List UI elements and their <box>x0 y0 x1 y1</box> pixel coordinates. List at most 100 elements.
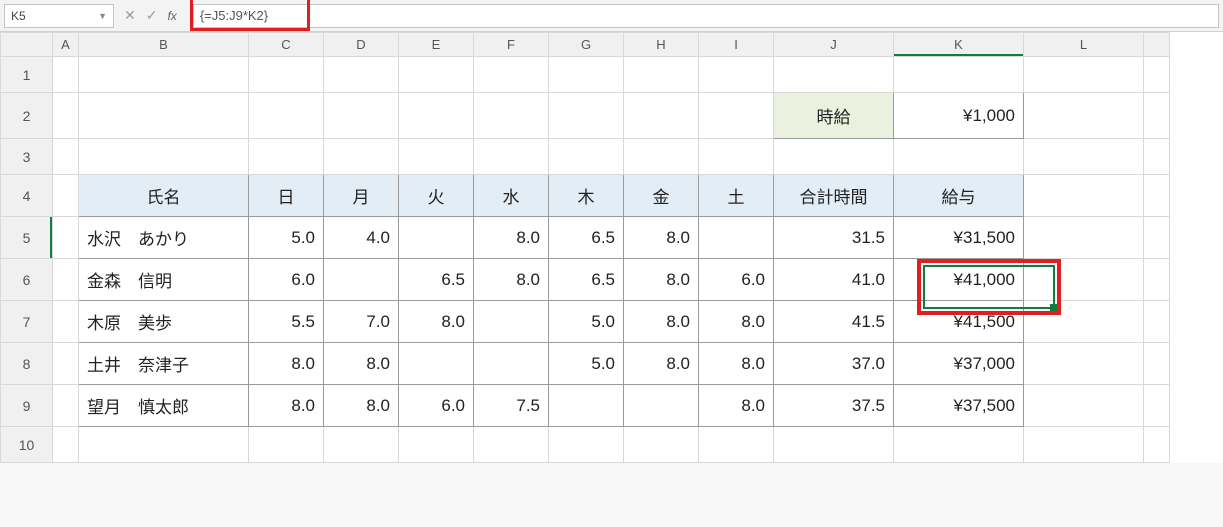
cell[interactable] <box>79 93 249 139</box>
cell[interactable]: 7.5 <box>474 385 549 427</box>
cell[interactable] <box>774 57 894 93</box>
cell[interactable] <box>79 427 249 463</box>
cell[interactable] <box>53 385 79 427</box>
cell[interactable] <box>1144 301 1170 343</box>
cell[interactable] <box>1024 343 1144 385</box>
col-header-C[interactable]: C <box>249 33 324 57</box>
fx-icon[interactable]: fx <box>167 9 182 23</box>
cell[interactable]: 8.0 <box>249 343 324 385</box>
cell[interactable] <box>53 259 79 301</box>
header-pay[interactable]: 給与 <box>894 175 1024 217</box>
cell[interactable]: 8.0 <box>324 385 399 427</box>
cell[interactable] <box>699 427 774 463</box>
cell[interactable] <box>324 427 399 463</box>
spreadsheet-grid[interactable]: A B C D E F G H I J K L 1 2 <box>0 32 1223 463</box>
cell[interactable] <box>1144 175 1170 217</box>
row-header-1[interactable]: 1 <box>1 57 53 93</box>
total-cell[interactable]: 41.0 <box>774 259 894 301</box>
cell[interactable] <box>399 93 474 139</box>
col-header-E[interactable]: E <box>399 33 474 57</box>
cell[interactable] <box>774 427 894 463</box>
pay-cell[interactable]: ¥37,000 <box>894 343 1024 385</box>
cell[interactable]: 5.5 <box>249 301 324 343</box>
cell[interactable] <box>474 427 549 463</box>
row-header-10[interactable]: 10 <box>1 427 53 463</box>
pay-cell[interactable]: ¥31,500 <box>894 217 1024 259</box>
cell[interactable] <box>53 139 79 175</box>
cell[interactable] <box>474 139 549 175</box>
cell[interactable] <box>324 93 399 139</box>
cell[interactable] <box>624 57 699 93</box>
cell[interactable]: 5.0 <box>249 217 324 259</box>
total-cell[interactable]: 37.0 <box>774 343 894 385</box>
cell[interactable] <box>53 217 79 259</box>
cell[interactable]: 6.0 <box>249 259 324 301</box>
total-cell[interactable]: 41.5 <box>774 301 894 343</box>
row-header-9[interactable]: 9 <box>1 385 53 427</box>
cell[interactable] <box>1144 343 1170 385</box>
name-cell[interactable]: 木原 美歩 <box>79 301 249 343</box>
col-header-A[interactable]: A <box>53 33 79 57</box>
row-header-7[interactable]: 7 <box>1 301 53 343</box>
row-header-4[interactable]: 4 <box>1 175 53 217</box>
cell[interactable] <box>1144 93 1170 139</box>
cell[interactable] <box>1024 301 1144 343</box>
row-header-8[interactable]: 8 <box>1 343 53 385</box>
cell[interactable] <box>399 427 474 463</box>
cell[interactable] <box>699 93 774 139</box>
cell[interactable] <box>699 139 774 175</box>
cell[interactable]: 4.0 <box>324 217 399 259</box>
cell[interactable] <box>1024 217 1144 259</box>
cell[interactable]: 8.0 <box>624 301 699 343</box>
cell[interactable] <box>624 385 699 427</box>
header-thu[interactable]: 木 <box>549 175 624 217</box>
cell[interactable] <box>249 427 324 463</box>
select-all-corner[interactable] <box>1 33 53 57</box>
cell[interactable] <box>1144 385 1170 427</box>
pay-cell[interactable]: ¥41,000 <box>894 259 1024 301</box>
cell[interactable] <box>249 57 324 93</box>
cell[interactable] <box>53 57 79 93</box>
cell[interactable] <box>699 57 774 93</box>
cell[interactable]: 8.0 <box>474 259 549 301</box>
col-header-H[interactable]: H <box>624 33 699 57</box>
cell[interactable] <box>324 139 399 175</box>
cell[interactable] <box>624 93 699 139</box>
row-header-5[interactable]: 5 <box>1 217 53 259</box>
name-cell[interactable]: 土井 奈津子 <box>79 343 249 385</box>
header-total[interactable]: 合計時間 <box>774 175 894 217</box>
cell[interactable]: 5.0 <box>549 343 624 385</box>
cell[interactable] <box>1024 57 1144 93</box>
cell[interactable]: 8.0 <box>624 259 699 301</box>
cell[interactable]: 6.5 <box>549 259 624 301</box>
cell[interactable] <box>474 343 549 385</box>
pay-cell[interactable]: ¥41,500 <box>894 301 1024 343</box>
cell[interactable]: 7.0 <box>324 301 399 343</box>
total-cell[interactable]: 37.5 <box>774 385 894 427</box>
cell[interactable] <box>324 57 399 93</box>
cell[interactable]: 6.5 <box>549 217 624 259</box>
cell[interactable] <box>324 259 399 301</box>
cell[interactable]: 6.0 <box>399 385 474 427</box>
name-box[interactable]: K5 ▼ <box>4 4 114 28</box>
cell[interactable] <box>1144 427 1170 463</box>
cell[interactable] <box>549 139 624 175</box>
cancel-icon[interactable]: ✕ <box>124 7 136 24</box>
col-header-D[interactable]: D <box>324 33 399 57</box>
header-mon[interactable]: 月 <box>324 175 399 217</box>
name-cell[interactable]: 望月 慎太郎 <box>79 385 249 427</box>
cell[interactable] <box>53 343 79 385</box>
hourly-wage-value[interactable]: ¥1,000 <box>894 93 1024 139</box>
header-tue[interactable]: 火 <box>399 175 474 217</box>
cell[interactable] <box>399 343 474 385</box>
cell[interactable]: 6.5 <box>399 259 474 301</box>
col-header-L[interactable]: L <box>1024 33 1144 57</box>
row-header-3[interactable]: 3 <box>1 139 53 175</box>
cell[interactable] <box>474 301 549 343</box>
cell[interactable] <box>1024 427 1144 463</box>
name-box-dropdown-icon[interactable]: ▼ <box>98 11 107 21</box>
cell[interactable] <box>549 427 624 463</box>
name-cell[interactable]: 金森 信明 <box>79 259 249 301</box>
cell[interactable] <box>79 139 249 175</box>
cell[interactable] <box>894 57 1024 93</box>
